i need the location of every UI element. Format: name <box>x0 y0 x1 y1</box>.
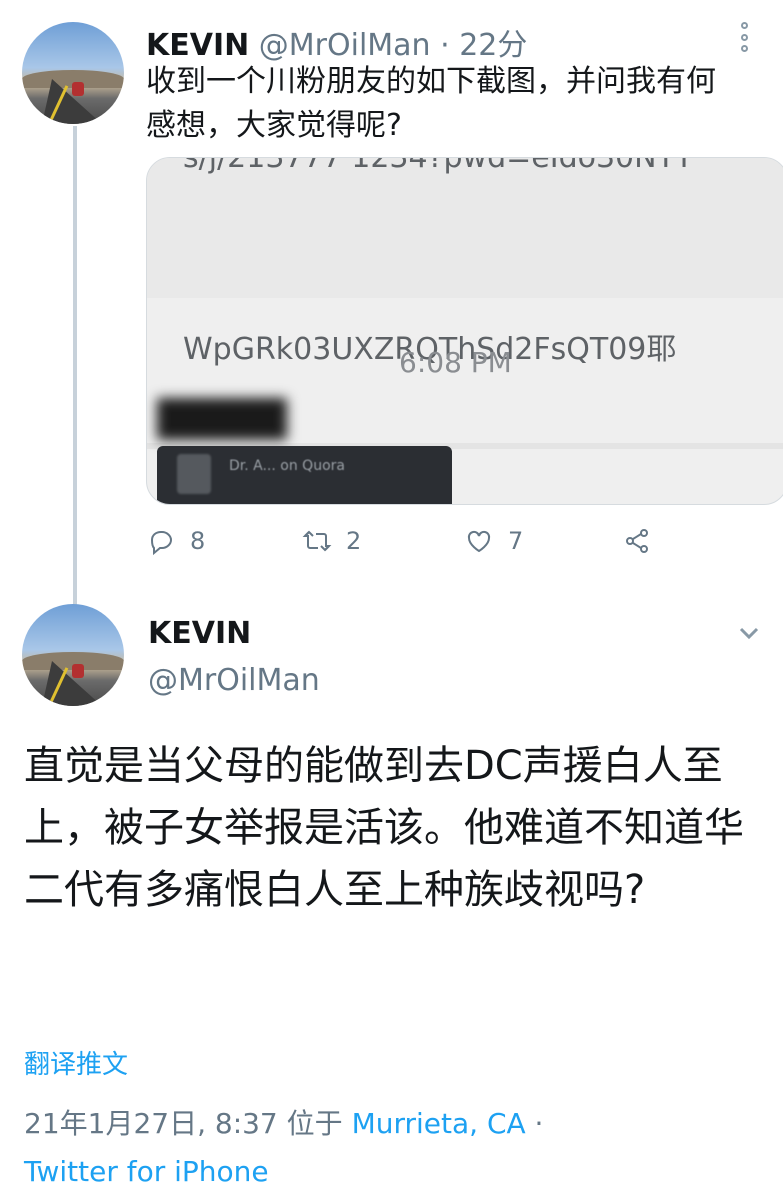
chevron-down-icon[interactable] <box>737 621 761 645</box>
retweet-count: 2 <box>346 527 362 555</box>
tweet-timestamp[interactable]: 22分 <box>459 28 527 63</box>
kebab-menu-icon[interactable] <box>736 22 752 52</box>
location-link[interactable]: Murrieta, CA <box>352 1107 526 1140</box>
retweet-icon <box>302 530 332 552</box>
translate-tweet-link[interactable]: 翻译推文 <box>24 1044 128 1081</box>
display-name[interactable]: KEVIN <box>148 616 251 651</box>
reply-button[interactable]: 8 <box>146 526 205 556</box>
tweet-header: KEVIN @MrOilMan · 22分 <box>146 20 527 64</box>
like-button[interactable]: 7 <box>464 526 523 556</box>
tweet-text: 直觉是当父母的能做到去DC声援白人至上，被子女举报是活该。他难道不知道华二代有多… <box>24 743 744 913</box>
avatar[interactable] <box>22 604 124 706</box>
card-label: Dr. A... on Quora <box>229 458 345 474</box>
redacted-blur <box>157 398 287 440</box>
share-icon <box>626 529 648 553</box>
retweet-button[interactable]: 2 <box>302 526 361 556</box>
card-thumbnail <box>177 454 211 494</box>
reply-count: 8 <box>190 527 206 555</box>
avatar[interactable] <box>22 22 124 124</box>
tweet-date: 21年1月27日, 8:37 位于 <box>24 1107 352 1140</box>
reply-icon <box>150 531 173 556</box>
tweet-media-image[interactable]: s/j/213777 1234?pwd=eIdo30NYY WpGRk03UXZ… <box>146 157 783 505</box>
screenshot-link-card: Dr. A... on Quora <box>157 446 452 504</box>
screenshot-timestamp: 6:08 PM <box>399 346 512 379</box>
user-handle[interactable]: @MrOilMan <box>259 28 431 63</box>
tweet-text-line: 感想，大家觉得呢? <box>146 108 402 143</box>
like-count: 7 <box>508 527 524 555</box>
thread-connector-line <box>73 126 77 610</box>
tweet-text: 收到一个川粉朋友的如下截图，并问我有何 感想，大家觉得呢? <box>146 60 766 148</box>
user-handle[interactable]: @MrOilMan <box>148 663 320 698</box>
separator-dot: · <box>430 28 460 63</box>
source-link[interactable]: Twitter for iPhone <box>24 1155 269 1188</box>
tweet-metadata: 21年1月27日, 8:37 位于 Murrieta, CA · Twitter… <box>24 1100 764 1196</box>
screenshot-cut-line: s/j/213777 1234?pwd=eIdo30NYY <box>183 157 694 175</box>
tweet-text-line: 收到一个川粉朋友的如下截图，并问我有何 <box>146 64 716 99</box>
like-icon <box>467 530 491 553</box>
separator-dot: · <box>525 1107 544 1140</box>
share-button[interactable] <box>622 526 652 556</box>
display-name[interactable]: KEVIN <box>146 28 249 63</box>
tweet-actions: 8 2 7 <box>146 526 666 566</box>
